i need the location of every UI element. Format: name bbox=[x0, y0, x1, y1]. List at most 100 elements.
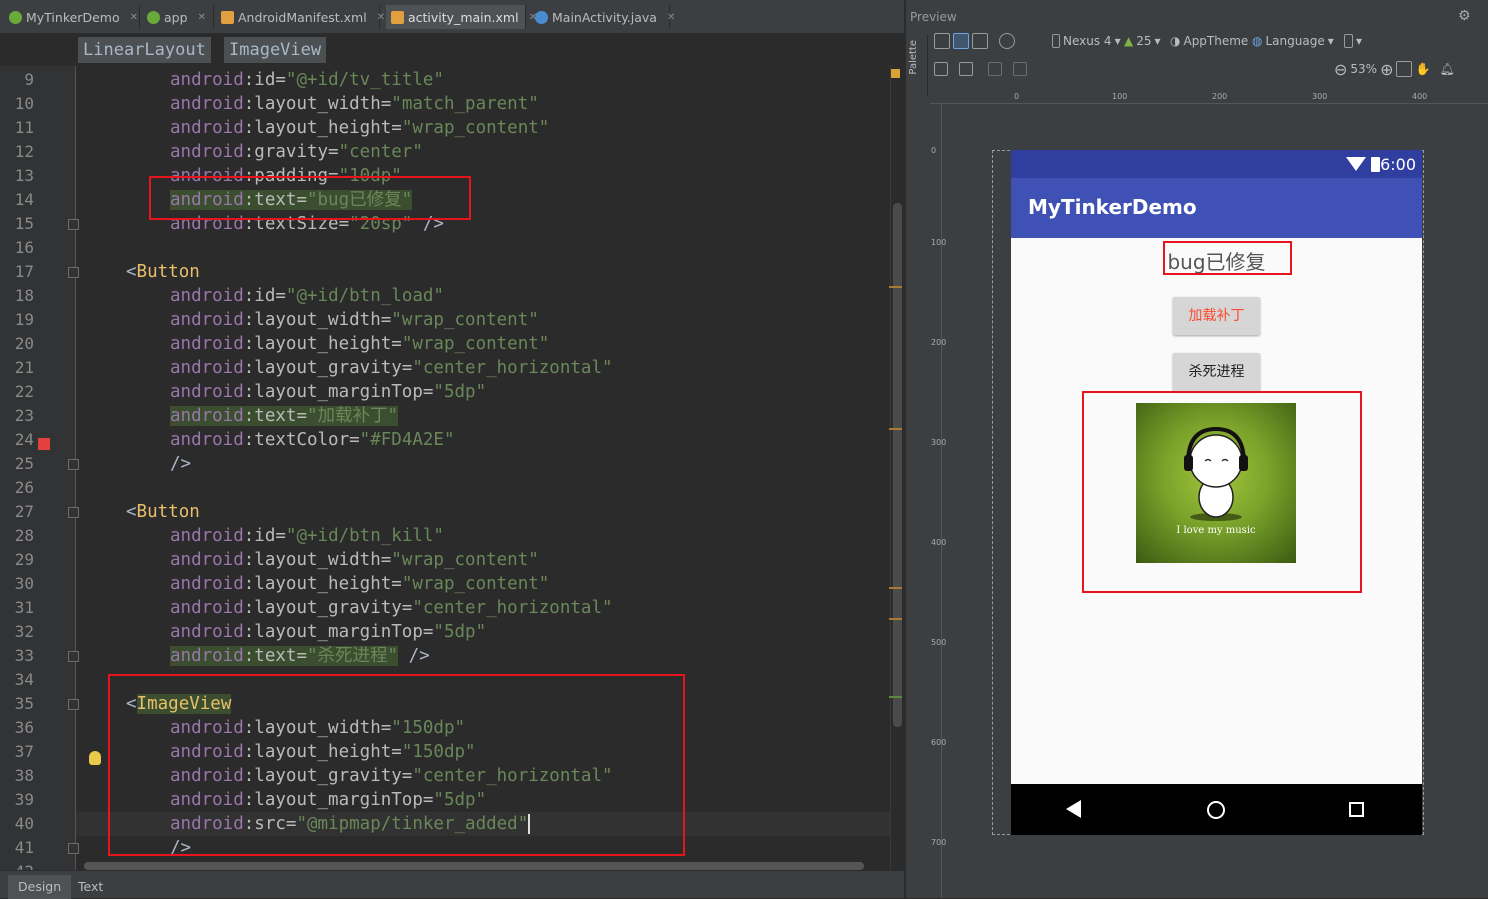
blueprint-view-icon[interactable] bbox=[953, 33, 969, 49]
code-value: "wrap_content" bbox=[391, 550, 539, 570]
error-stripe-marker[interactable] bbox=[889, 587, 902, 589]
close-icon[interactable]: ✕ bbox=[198, 12, 206, 23]
scrollbar-thumb[interactable] bbox=[84, 862, 864, 870]
ruler-tick-label: 100 bbox=[1112, 92, 1128, 101]
code-ns: android bbox=[170, 574, 244, 594]
tab-mainactivity[interactable]: MainActivity.java ✕ bbox=[530, 5, 675, 29]
code-value: "wrap_content" bbox=[401, 574, 550, 594]
tab-label: AndroidManifest.xml bbox=[238, 9, 367, 25]
back-nav-icon[interactable] bbox=[1066, 800, 1081, 818]
code-line: <Button bbox=[126, 500, 200, 524]
code-value: "加载补丁" bbox=[306, 406, 399, 426]
load-patch-button[interactable]: 加载补丁 bbox=[1173, 297, 1260, 335]
palette-side-tab[interactable]: Palette bbox=[906, 34, 928, 96]
line-number-gutter[interactable]: 9 10 11 12 13 14 15 16 17 18 19 20 21 22… bbox=[0, 66, 79, 870]
code-attr: :layout_gravity= bbox=[243, 598, 413, 618]
kill-process-button[interactable]: 杀死进程 bbox=[1173, 353, 1260, 391]
refresh-icon[interactable] bbox=[988, 62, 1002, 76]
breadcrumb-imageview[interactable]: ImageView bbox=[224, 37, 327, 63]
code-attr: :text= bbox=[243, 406, 307, 426]
editor-tab-bar: MyTinkerDemo ✕ app ✕ AndroidManifest.xml ✕ … bbox=[0, 0, 904, 34]
zoom-in-icon[interactable]: ⊕ bbox=[1380, 60, 1393, 79]
code-value: "5dp" bbox=[433, 622, 487, 642]
scrollbar-thumb[interactable] bbox=[893, 203, 902, 727]
tab-androidmanifest[interactable]: AndroidManifest.xml ✕ bbox=[216, 5, 385, 29]
chevron-down-icon: ▾ bbox=[1114, 34, 1121, 48]
design-text-tabs: Design Text bbox=[0, 870, 904, 899]
layers-icon[interactable] bbox=[934, 62, 948, 76]
fit-screen-icon[interactable] bbox=[1396, 61, 1413, 77]
code-attr: :layout_marginTop= bbox=[243, 382, 434, 402]
ruler-tick-label: 300 bbox=[931, 438, 947, 447]
tab-mytinkerdemo[interactable]: MyTinkerDemo ✕ bbox=[4, 5, 140, 29]
code-ns: android bbox=[170, 526, 244, 546]
theme-selector[interactable]: ◑ AppTheme bbox=[1170, 30, 1248, 52]
code-ns: android bbox=[170, 430, 244, 450]
line-number: 11 bbox=[14, 118, 34, 137]
close-icon[interactable]: ✕ bbox=[667, 12, 675, 23]
orientation-icon[interactable] bbox=[999, 33, 1015, 49]
code-tag: Button bbox=[136, 502, 200, 522]
close-icon[interactable]: ✕ bbox=[377, 12, 385, 23]
code-attr: :layout_height= bbox=[243, 334, 402, 354]
line-number: 35 bbox=[14, 694, 34, 713]
notification-bell-icon[interactable]: 🔔︎ bbox=[1439, 62, 1454, 76]
line-number: 15 bbox=[14, 214, 34, 233]
api-selector[interactable]: ▲ 25 ▾ bbox=[1124, 30, 1161, 52]
device-label: Nexus 4 bbox=[1063, 34, 1112, 48]
close-icon[interactable]: ✕ bbox=[130, 12, 138, 23]
code-ns: android bbox=[170, 94, 244, 114]
code-attr: :layout_width= bbox=[243, 550, 392, 570]
code-line: android:layout_height="wrap_content" bbox=[170, 572, 549, 596]
both-views-icon[interactable] bbox=[972, 33, 988, 49]
xml-file-icon bbox=[391, 10, 404, 24]
device-variant-selector[interactable]: ▾ bbox=[1344, 30, 1362, 52]
code-ns: android bbox=[170, 622, 244, 642]
code-attr: :textColor= bbox=[243, 430, 360, 450]
recents-nav-icon[interactable] bbox=[1349, 802, 1364, 817]
line-number: 26 bbox=[14, 478, 34, 497]
design-view-icon[interactable] bbox=[934, 33, 950, 49]
phone-icon bbox=[1344, 34, 1353, 48]
ruler-tick-label: 400 bbox=[931, 538, 947, 547]
language-selector[interactable]: ◍ Language ▾ bbox=[1252, 30, 1334, 52]
device-selector[interactable]: Nexus 4 ▾ bbox=[1052, 30, 1121, 52]
chevron-down-icon: ▾ bbox=[1327, 34, 1334, 48]
export-icon[interactable] bbox=[1013, 62, 1027, 76]
chevron-down-icon: ▾ bbox=[1154, 34, 1161, 48]
pan-hand-icon[interactable]: ✋ bbox=[1415, 62, 1430, 76]
screenshot-icon[interactable] bbox=[959, 62, 973, 76]
line-number: 32 bbox=[14, 622, 34, 641]
line-number: 24 bbox=[14, 430, 34, 449]
tab-design[interactable]: Design bbox=[8, 875, 72, 899]
error-stripe-marker[interactable] bbox=[889, 618, 902, 620]
error-stripe-marker[interactable] bbox=[889, 286, 902, 288]
line-number: 17 bbox=[14, 262, 34, 281]
code-value: "@+id/tv_title" bbox=[285, 70, 444, 90]
wifi-icon bbox=[1346, 157, 1366, 171]
line-number: 10 bbox=[14, 94, 34, 113]
ruler-tick-label: 700 bbox=[931, 838, 947, 847]
tab-activity-main[interactable]: activity_main.xml ✕ bbox=[386, 5, 537, 29]
code-value: "5dp" bbox=[433, 382, 487, 402]
code-ns: android bbox=[170, 598, 244, 618]
home-nav-icon[interactable] bbox=[1207, 801, 1225, 819]
code-value: "center" bbox=[338, 142, 423, 162]
zoom-out-icon[interactable]: ⊖ bbox=[1334, 60, 1347, 79]
tab-app[interactable]: app ✕ bbox=[142, 5, 214, 29]
code-ns: android bbox=[170, 334, 244, 354]
line-number: 19 bbox=[14, 310, 34, 329]
error-stripe-marker[interactable] bbox=[889, 428, 902, 430]
error-stripe-marker[interactable] bbox=[889, 696, 902, 698]
line-number: 38 bbox=[14, 766, 34, 785]
code-line: /> bbox=[170, 452, 191, 476]
tab-text[interactable]: Text bbox=[68, 875, 113, 899]
line-number: 28 bbox=[14, 526, 34, 545]
tab-label: app bbox=[164, 9, 188, 25]
gear-icon[interactable]: ⚙ bbox=[1458, 8, 1471, 24]
device-screen[interactable]: 6:00 MyTinkerDemo bug已修复 加载补丁 杀死进程 I lov… bbox=[1011, 150, 1422, 835]
color-swatch-icon[interactable] bbox=[38, 438, 50, 450]
warning-indicator-icon[interactable] bbox=[891, 69, 900, 78]
breadcrumb-linearlayout[interactable]: LinearLayout bbox=[78, 37, 211, 63]
zoom-controls: ⊖ 53% ⊕ ✋ 🔔︎ bbox=[1334, 58, 1455, 80]
